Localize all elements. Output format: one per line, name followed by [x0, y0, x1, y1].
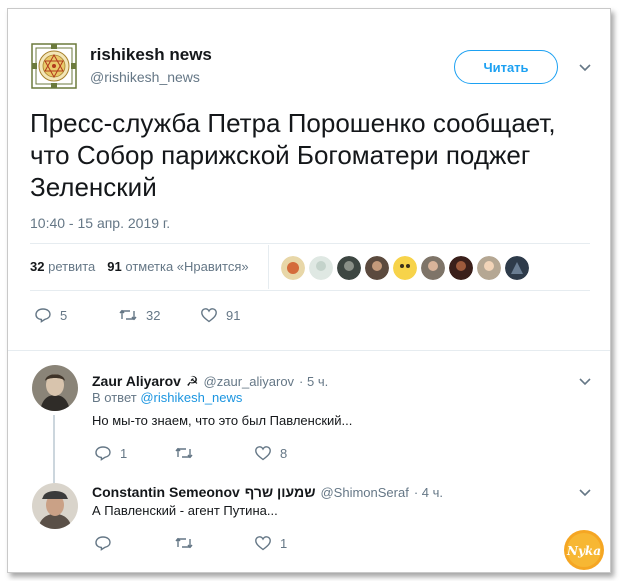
- tweet-timestamp[interactable]: 10:40 - 15 апр. 2019 г.: [30, 215, 170, 231]
- reply-header: Zaur Aliyarov ☭ @zaur_aliyarov · 5 ч.: [92, 373, 328, 390]
- reply-avatar[interactable]: [32, 483, 78, 529]
- retweet-icon: [175, 537, 193, 549]
- liker-avatar[interactable]: [309, 256, 333, 280]
- reply-action[interactable]: 1: [94, 445, 174, 461]
- chevron-down-icon[interactable]: [578, 63, 592, 73]
- like-count: 1: [280, 535, 288, 551]
- retweet-icon: [119, 309, 137, 321]
- reply-author-name[interactable]: Zaur Aliyarov: [92, 373, 181, 389]
- reply-time[interactable]: · 4 ч.: [414, 485, 443, 500]
- reply-author-name[interactable]: Constantin Semeonov: [92, 484, 240, 500]
- reply-actions: 1: [94, 535, 287, 551]
- reply-action[interactable]: [94, 535, 174, 551]
- retweet-action[interactable]: [174, 445, 254, 461]
- reply-author-emoji: ☭: [185, 373, 199, 389]
- retweet-icon: [175, 447, 193, 459]
- retweets-stat[interactable]: 32 ретвита: [30, 259, 95, 274]
- reply-icon: [95, 446, 111, 461]
- follow-button[interactable]: Читать: [454, 50, 558, 84]
- reply-text: А Павленский - агент Путина...: [92, 503, 278, 518]
- retweet-action[interactable]: 32: [118, 307, 200, 323]
- liker-avatar[interactable]: [337, 256, 361, 280]
- reply-avatar[interactable]: [32, 365, 78, 411]
- likes-stat[interactable]: 91 отметка «Нравится»: [107, 259, 248, 274]
- like-action[interactable]: 8: [254, 445, 287, 461]
- reply-icon: [35, 308, 51, 323]
- retweets-count: 32: [30, 259, 45, 274]
- reply-count: 1: [120, 445, 128, 461]
- watermark-logo: Nyka: [563, 529, 605, 571]
- heart-icon: [201, 308, 217, 323]
- retweets-label: ретвита: [48, 259, 96, 274]
- liker-avatar[interactable]: [281, 256, 305, 280]
- divider: [30, 243, 590, 244]
- reply-time[interactable]: · 5 ч.: [299, 374, 328, 389]
- stats-separator: [268, 245, 269, 289]
- chevron-down-icon[interactable]: [578, 488, 592, 498]
- watermark-text: Nyka: [566, 544, 601, 558]
- reply-text: Но мы-то знаем, что это был Павленский..…: [92, 413, 353, 428]
- reply-author-handle[interactable]: @ShimonSeraf: [320, 485, 408, 500]
- author-name[interactable]: rishikesh news: [90, 45, 212, 65]
- reply-to-prefix: В ответ: [92, 390, 137, 405]
- tweet-stats: 32 ретвита 91 отметка «Нравится»: [30, 259, 249, 274]
- likes-label: отметка «Нравится»: [125, 259, 249, 274]
- liker-avatar[interactable]: [365, 256, 389, 280]
- divider: [30, 290, 590, 291]
- reply-to: В ответ @rishikesh_news: [92, 390, 242, 405]
- retweet-count: 32: [146, 307, 161, 323]
- author-block: rishikesh news @rishikesh_news: [90, 45, 212, 85]
- reply-author-handle[interactable]: @zaur_aliyarov: [204, 374, 295, 389]
- heart-icon: [255, 446, 271, 461]
- liker-avatar[interactable]: [393, 256, 417, 280]
- heart-icon: [255, 536, 271, 551]
- reply-header: Constantin Semeonov שמעון שרף @ShimonSer…: [92, 484, 443, 500]
- like-count: 8: [280, 445, 288, 461]
- liker-avatar[interactable]: [421, 256, 445, 280]
- thread-line: [53, 415, 55, 483]
- reply-count: 5: [60, 307, 68, 323]
- retweet-action[interactable]: [174, 535, 254, 551]
- tweet-card: rishikesh news @rishikesh_news Читать Пр…: [7, 8, 611, 573]
- liker-avatar[interactable]: [477, 256, 501, 280]
- divider: [8, 350, 610, 351]
- reply-to-link[interactable]: @rishikesh_news: [140, 390, 242, 405]
- likes-count: 91: [107, 259, 122, 274]
- tweet-actions: 5 32 91: [34, 307, 240, 323]
- tweet-text: Пресс-служба Петра Порошенко сообщает, ч…: [30, 108, 556, 202]
- reply-icon: [95, 536, 111, 551]
- likers-avatars: [281, 256, 529, 280]
- author-avatar[interactable]: [30, 42, 78, 90]
- author-handle[interactable]: @rishikesh_news: [90, 69, 212, 85]
- like-action[interactable]: 91: [200, 307, 240, 323]
- liker-avatar[interactable]: [505, 256, 529, 280]
- reply-author-hebrew-name: שמעון שרף: [244, 484, 316, 500]
- like-count: 91: [226, 307, 241, 323]
- like-action[interactable]: 1: [254, 535, 287, 551]
- reply-action[interactable]: 5: [34, 307, 118, 323]
- reply-actions: 1 8: [94, 445, 287, 461]
- chevron-down-icon[interactable]: [578, 377, 592, 387]
- liker-avatar[interactable]: [449, 256, 473, 280]
